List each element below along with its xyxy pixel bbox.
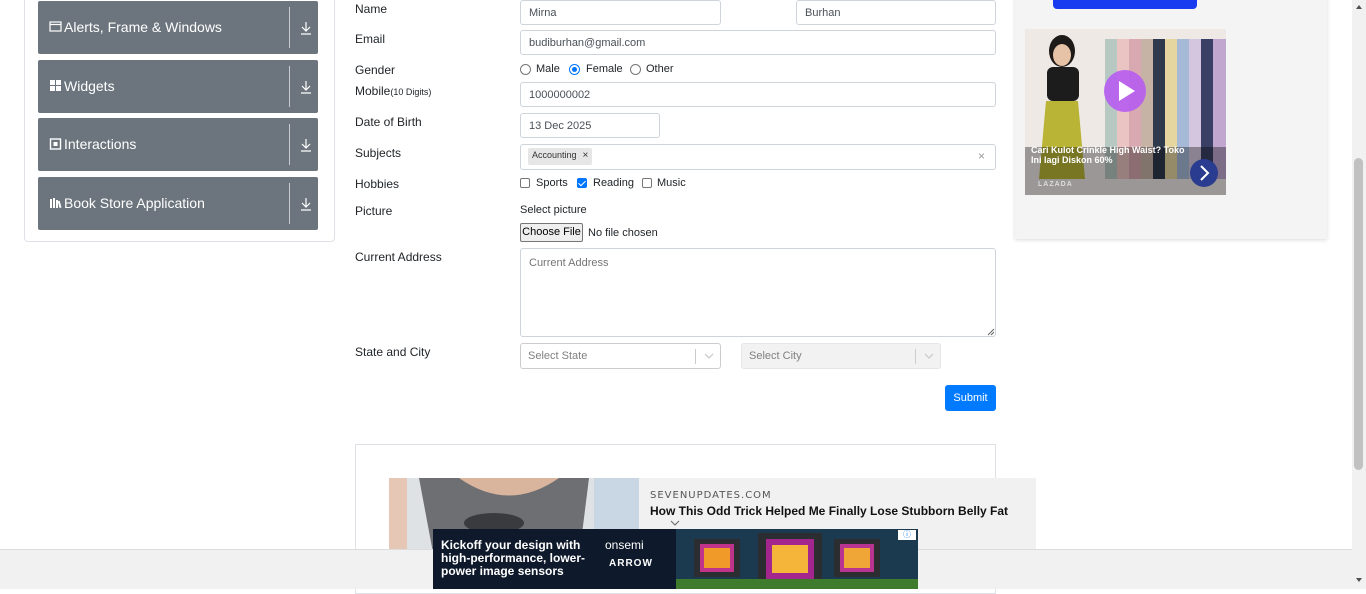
- scroll-up-arrow-icon[interactable]: [1355, 3, 1363, 11]
- right-advertisement[interactable]: Cari Kulot Crinkle High Waist? Toko Ini …: [1015, 0, 1327, 239]
- banner-brand: onsemi: [605, 538, 644, 552]
- clear-subjects-icon[interactable]: ×: [978, 149, 985, 163]
- divider: [915, 349, 916, 364]
- gender-other-radio[interactable]: [630, 64, 641, 75]
- divider: [289, 7, 290, 48]
- picture-hint: Select picture: [520, 204, 587, 216]
- hobby-sports-label[interactable]: Sports: [536, 177, 568, 189]
- first-name-input[interactable]: Mirna: [520, 0, 721, 25]
- divider: [289, 124, 290, 165]
- gender-other-label[interactable]: Other: [646, 63, 674, 75]
- state-select[interactable]: Select State: [520, 343, 721, 369]
- square-icon: [49, 138, 62, 150]
- subjects-label: Subjects: [355, 146, 402, 160]
- promo-source: SEVENUPDATES.COM: [650, 490, 772, 501]
- hobby-music-label[interactable]: Music: [657, 177, 686, 189]
- chevron-down-icon: [704, 353, 714, 359]
- scroll-down-arrow-icon[interactable]: [1355, 576, 1363, 584]
- gender-male-label[interactable]: Male: [536, 63, 560, 75]
- divider: [695, 349, 696, 364]
- mobile-label-text: Mobile: [355, 84, 391, 98]
- choose-file-button[interactable]: Choose File: [520, 223, 583, 242]
- hobby-reading-checkbox[interactable]: [577, 178, 587, 188]
- ad-brand: LAZADA: [1038, 181, 1073, 188]
- gender-label: Gender: [355, 63, 396, 77]
- picture-label: Picture: [355, 204, 393, 218]
- ad-choices-icon[interactable]: ⓘ: [898, 530, 916, 540]
- hobby-reading-label[interactable]: Reading: [593, 177, 634, 189]
- hobby-music-checkbox[interactable]: [642, 178, 652, 188]
- mobile-label: Mobile(10 Digits): [355, 84, 431, 98]
- download-arrow-icon: [301, 22, 311, 35]
- city-select[interactable]: Select City: [741, 343, 941, 369]
- subject-tag: Accounting ×: [528, 148, 593, 165]
- scrollbar-thumb[interactable]: [1354, 158, 1363, 470]
- page-scrollbar[interactable]: [1352, 0, 1366, 589]
- sidebar-group-label: Book Store Application: [64, 195, 205, 211]
- sidebar-group-interactions[interactable]: Interactions: [38, 118, 318, 171]
- no-file-text: No file chosen: [588, 227, 658, 239]
- subject-tag-label: Accounting: [532, 150, 577, 160]
- divider: [289, 183, 290, 224]
- dob-label: Date of Birth: [355, 115, 422, 129]
- city-placeholder: Select City: [749, 350, 802, 362]
- email-input[interactable]: budiburhan@gmail.com: [520, 30, 996, 55]
- resize-handle-icon[interactable]: [987, 328, 995, 336]
- grid-icon: [50, 80, 61, 91]
- address-label: Current Address: [355, 250, 442, 264]
- current-address-textarea[interactable]: Current Address: [520, 248, 996, 337]
- hobbies-label: Hobbies: [355, 177, 400, 191]
- sidebar-group-label: Interactions: [64, 136, 137, 152]
- state-city-label: State and City: [355, 345, 431, 359]
- mobile-input[interactable]: 1000000002: [520, 82, 996, 107]
- window-icon: [49, 21, 62, 32]
- sidebar-group-book-store[interactable]: Book Store Application: [38, 177, 318, 230]
- banner-advertisement[interactable]: Kickoff your design with high-performanc…: [433, 529, 918, 589]
- name-label: Name: [355, 2, 388, 16]
- chevron-down-icon: [924, 353, 934, 359]
- dob-input[interactable]: 13 Dec 2025: [520, 113, 660, 138]
- submit-button[interactable]: Submit: [945, 385, 996, 411]
- gender-female-radio[interactable]: [569, 64, 580, 75]
- sidebar-group-label: Widgets: [64, 78, 115, 94]
- ad-photo-illustration: [1025, 29, 1226, 195]
- remove-tag-icon[interactable]: ×: [583, 150, 589, 161]
- ad-image[interactable]: Cari Kulot Crinkle High Waist? Toko Ini …: [1025, 29, 1226, 195]
- books-icon: [50, 198, 62, 208]
- chevron-down-icon[interactable]: [670, 520, 680, 526]
- ad-caption: Cari Kulot Crinkle High Waist? Toko Ini …: [1031, 145, 1185, 165]
- banner-text: Kickoff your design with high-performanc…: [441, 538, 586, 578]
- download-arrow-icon: [301, 198, 311, 211]
- banner-partner: ARROW: [609, 558, 653, 569]
- sidebar-group-widgets[interactable]: Widgets: [38, 60, 318, 113]
- hobby-sports-checkbox[interactable]: [520, 178, 530, 188]
- state-placeholder: Select State: [528, 350, 588, 362]
- promo-headline[interactable]: How This Odd Trick Helped Me Finally Los…: [650, 504, 1008, 518]
- last-name-input[interactable]: Burhan: [796, 0, 996, 25]
- gender-female-label[interactable]: Female: [586, 63, 623, 75]
- sidebar-group-alerts-frame-windows[interactable]: Alerts, Frame & Windows: [38, 1, 318, 54]
- ad-cta-button[interactable]: [1053, 0, 1197, 9]
- divider: [289, 66, 290, 107]
- download-arrow-icon: [301, 81, 311, 94]
- mobile-hint: (10 Digits): [390, 87, 432, 97]
- gender-male-radio[interactable]: [520, 64, 531, 75]
- email-label: Email: [355, 32, 386, 46]
- sidebar-group-label: Alerts, Frame & Windows: [64, 19, 222, 35]
- download-arrow-icon: [301, 139, 311, 152]
- banner-chip-illustration: [676, 529, 918, 589]
